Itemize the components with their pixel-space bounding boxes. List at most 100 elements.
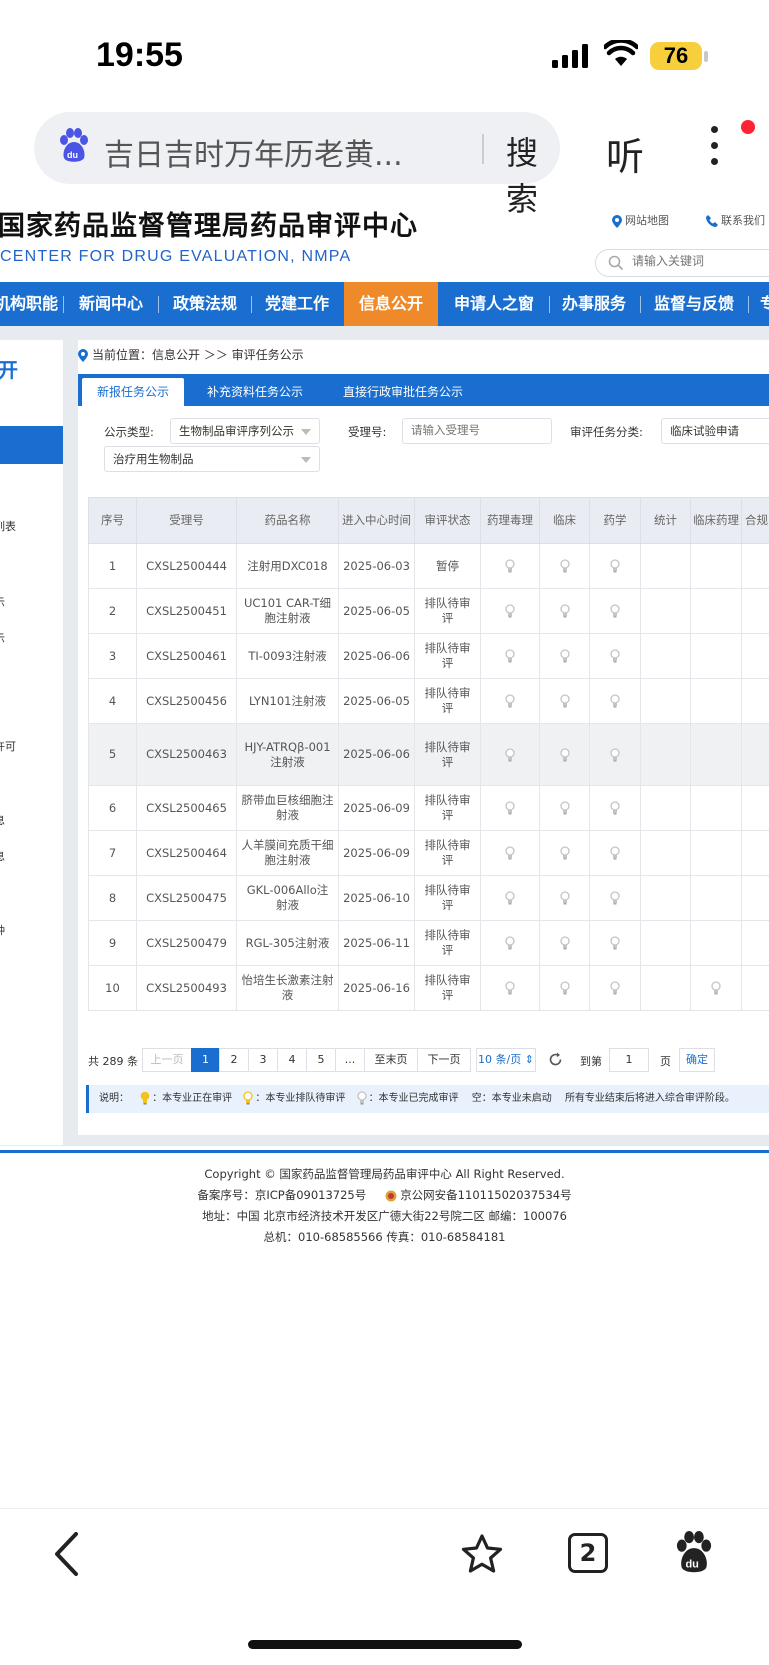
site-search-box[interactable] [595,249,769,277]
cell-compliance [741,633,769,679]
main-nav: 机构职能 新闻中心 政策法规 党建工作 信息公开 申请人之窗 办事服务 监督与反… [0,282,769,326]
nav-item-more[interactable]: 专 [753,282,769,326]
cell-clinical [539,678,590,724]
sitemap-link[interactable]: 网站地图 [612,212,669,228]
nav-separator [549,296,550,313]
type-select[interactable]: 生物制品审评序列公示 [170,418,320,444]
cell-date: 2025-06-03 [338,543,415,589]
cell-clin-pharm [690,785,742,831]
sidebar-item[interactable]: 示 [0,594,5,610]
cell-pharmacy [589,965,641,1011]
listen-button[interactable]: 听 [606,126,644,181]
per-page-value: 10 条/页 [478,1053,522,1066]
cell-status: 排队待审评 [414,723,481,786]
nav-item-party[interactable]: 党建工作 [256,282,338,326]
breadcrumb-text: 当前位置：信息公开 ＞＞ 审评任务公示 [92,348,304,362]
site-title[interactable]: 国家药品监督管理局药品审评中心 [0,204,418,243]
bulb-gray-icon [505,981,515,995]
browser-toolbar: du 吉日吉时万年历老黄... 搜索 听 [0,112,769,218]
accept-no-input[interactable] [402,418,552,444]
footer-icp-text[interactable]: 备案序号：京ICP备09013725号 [197,1188,366,1202]
sidebar-item[interactable]: 许可 [0,738,16,754]
nav-item-org[interactable]: 机构职能 [0,282,58,326]
nav-item-info-public[interactable]: 信息公开 [344,282,438,326]
last-page-button[interactable]: 至末页 [364,1048,418,1072]
nav-item-services[interactable]: 办事服务 [553,282,635,326]
th-no: 序号 [88,497,137,544]
goto-page-input[interactable]: 1 [609,1048,649,1072]
tab-supplement-tasks[interactable]: 补充资料任务公示 [190,378,320,407]
cell-accept-no: CXSL2500464 [136,830,237,876]
subtype-select[interactable]: 治疗用生物制品 [104,446,320,472]
cell-compliance [741,723,769,786]
bookmark-star-icon[interactable] [460,1533,504,1575]
th-drug-name: 药品名称 [236,497,339,544]
cell-statistics [640,543,691,589]
cell-clinical [539,830,590,876]
sidebar: 开 列表 示 示 许可 息 息 种 [0,340,63,1145]
page-button-3[interactable]: 3 [248,1048,278,1072]
site-search-input[interactable] [632,254,769,268]
sidebar-item[interactable]: 种 [0,922,5,938]
th-statistics: 统计 [640,497,691,544]
sidebar-item-active[interactable] [0,426,63,464]
nav-item-applicant[interactable]: 申请人之窗 [444,282,544,326]
prev-page-button[interactable]: 上一页 [142,1048,192,1072]
cell-clinical [539,633,590,679]
bulb-gray-icon [610,649,620,663]
nav-item-news[interactable]: 新闻中心 [70,282,152,326]
tab-new-tasks[interactable]: 新报任务公示 [82,378,184,407]
footer-police-text[interactable]: 京公网安备11011502037534号 [400,1188,571,1202]
site-subtitle: CENTER FOR DRUG EVALUATION, NMPA [0,248,352,265]
cell-status: 排队待审评 [414,678,481,724]
site-header: 国家药品监督管理局药品审评中心 CENTER FOR DRUG EVALUATI… [0,192,769,282]
nav-item-policy[interactable]: 政策法规 [164,282,246,326]
refresh-icon[interactable] [548,1052,563,1067]
cell-date: 2025-06-06 [338,633,415,679]
sidebar-item[interactable]: 示 [0,630,5,646]
sidebar-item[interactable]: 息 [0,848,5,864]
bulb-yellow-icon [140,1091,150,1105]
cell-pharm-tox [480,965,540,1011]
more-menu-icon[interactable] [708,126,720,174]
per-page-select[interactable]: 10 条/页 ⇕ [476,1048,536,1072]
main-panel: 当前位置：信息公开 ＞＞ 审评任务公示 新报任务公示 补充资料任务公示 直接行政… [78,340,769,1135]
bulb-gray-icon [711,981,721,995]
browser-search-box[interactable]: du 吉日吉时万年历老黄... 搜索 [34,112,560,218]
sidebar-item[interactable]: 息 [0,812,5,828]
cell-drug-name: UC101 CAR-T细胞注射液 [236,588,339,634]
browser-query-text[interactable]: 吉日吉时万年历老黄... [104,130,414,174]
nav-item-feedback[interactable]: 监督与反馈 [646,282,742,326]
cell-status: 暂停 [414,543,481,589]
bulb-gray-icon [559,694,570,708]
table-row: 6 CXSL2500465 脐带血巨核细胞注射液 2025-06-09 排队待审评 [88,785,769,831]
tab-count-button[interactable]: 2 [568,1533,608,1573]
baidu-paw-icon[interactable]: du [674,1531,714,1575]
cell-date: 2025-06-10 [338,875,415,921]
bulb-gray-icon [610,801,620,815]
sidebar-item[interactable]: 列表 [0,518,16,534]
next-page-button[interactable]: 下一页 [417,1048,471,1072]
th-compliance: 合规 [741,497,769,544]
back-arrow-icon[interactable] [52,1531,82,1577]
cell-date: 2025-06-05 [338,588,415,634]
cell-status: 排队待审评 [414,920,481,966]
category-select-value: 临床试验申请 [670,424,739,438]
footer-icp: 备案序号：京ICP备09013725号 京公网安备11011502037534号 [0,1187,769,1203]
contact-link[interactable]: 联系我们 [706,212,765,228]
cell-no: 8 [88,875,137,921]
cell-no: 10 [88,965,137,1011]
cell-clinical [539,543,590,589]
cell-pharm-tox [480,785,540,831]
cell-drug-name: GKL-006Allo注射液 [236,875,339,921]
confirm-button[interactable]: 确定 [679,1048,715,1072]
page-button-4[interactable]: 4 [277,1048,307,1072]
category-select[interactable]: 临床试验申请 [661,418,769,444]
cell-clinical [539,785,590,831]
page-button-2[interactable]: 2 [219,1048,249,1072]
page-button-5[interactable]: 5 [306,1048,336,1072]
cell-no: 9 [88,920,137,966]
tab-direct-approval-tasks[interactable]: 直接行政审批任务公示 [328,378,478,407]
cell-status: 排队待审评 [414,875,481,921]
page-button-1[interactable]: 1 [191,1048,220,1072]
